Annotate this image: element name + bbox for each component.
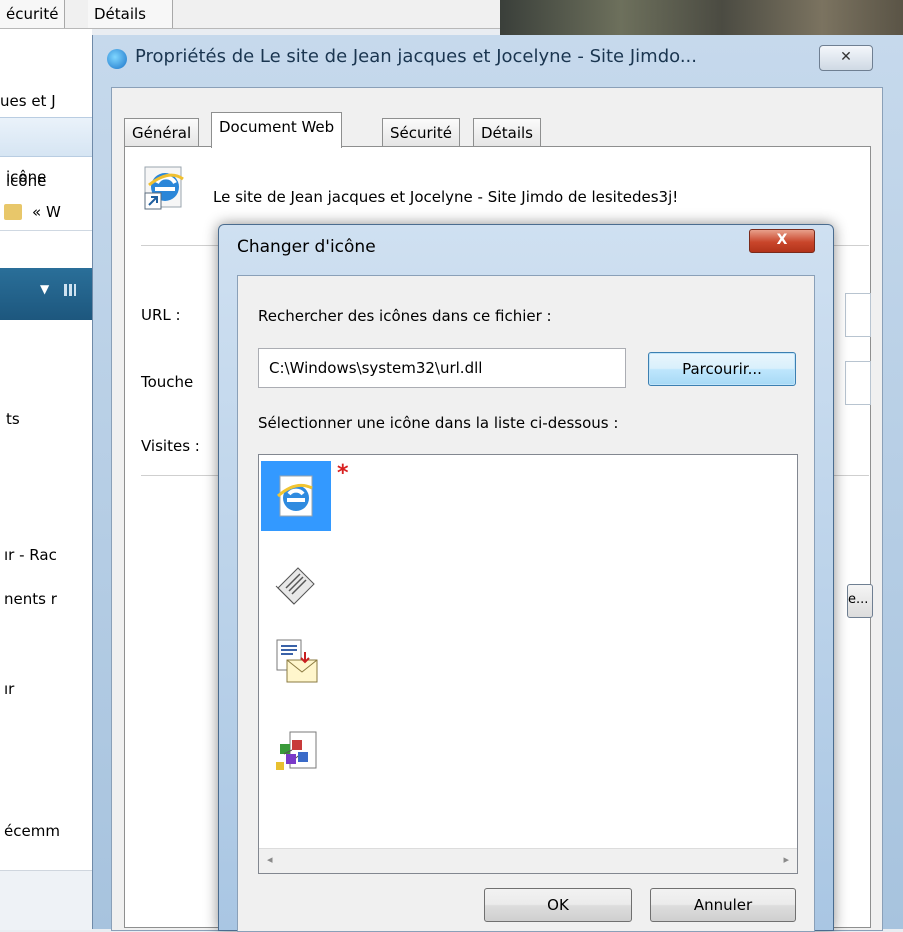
scroll-right-icon[interactable]: ▸ [783,853,789,866]
mail-document-icon [276,639,318,683]
background-tab-strip: écurité Détails [0,0,500,29]
background-text: icône [6,172,47,190]
icon-option-colored-cubes[interactable] [261,717,331,787]
hotkey-label: Touche [141,373,194,391]
site-name-text: Le site de Jean jacques et Jocelyne - Si… [213,188,679,206]
background-nav-bar[interactable]: ▼ [0,268,92,320]
background-status-area [0,870,92,930]
background-nav-item[interactable]: écemm [4,822,60,840]
tab-details[interactable]: Détails [473,118,542,147]
background-nav-item[interactable]: nents r [4,590,57,608]
ok-button[interactable]: OK [484,888,632,922]
colored-cubes-document-icon [276,731,317,770]
background-toolbar: icône [0,117,92,186]
tab-document-web[interactable]: Document Web [211,112,343,148]
tab-general[interactable]: Général [124,118,200,147]
url-label: URL : [141,306,181,324]
icon-file-path-input[interactable]: C:\Windows\system32\url.dll [258,348,626,388]
select-icon-label: Sélectionner une icône dans la liste ci-… [258,414,619,432]
internet-explorer-icon [277,475,313,517]
selected-marker-icon: * [337,461,349,486]
background-nav-item[interactable]: ır - Rac [4,546,57,564]
tab-security[interactable]: Sécurité [382,118,460,147]
scroll-left-icon[interactable]: ◂ [267,853,273,866]
icon-option-newspaper[interactable] [261,547,331,617]
background-address-bar[interactable]: « W [0,198,92,231]
change-icon-dialog-body: Rechercher des icônes dans ce fichier : … [237,275,815,932]
icon-option-mail-document[interactable] [261,627,331,697]
background-text: ues et J [0,92,56,110]
internet-explorer-shortcut-icon [144,166,184,210]
visits-label: Visites : [141,437,200,455]
hotkey-field[interactable] [845,361,871,405]
background-nav-item[interactable]: ır [4,680,14,698]
change-icon-dialog-title: Changer d'icône [237,237,376,257]
cancel-button[interactable]: Annuler [650,888,796,922]
background-tab-security[interactable]: écurité [0,0,66,28]
url-field[interactable] [845,293,871,337]
icon-option-internet-explorer[interactable] [261,461,331,531]
internet-shortcut-icon [107,49,127,69]
background-photo [500,0,903,35]
search-file-label: Rechercher des icônes dans ce fichier : [258,307,552,325]
properties-dialog-title: Propriétés de Le site de Jean jacques et… [135,46,697,67]
horizontal-scrollbar[interactable]: ◂ ▸ [259,848,797,873]
change-icon-dialog: Changer d'icône X Rechercher des icônes … [218,224,834,932]
change-icon-button[interactable]: e... [847,584,873,618]
background-breadcrumb: « W [32,203,61,221]
close-button[interactable]: X [749,229,815,253]
newspaper-icon [275,567,315,605]
close-button[interactable]: ✕ [819,45,873,71]
chevron-down-icon[interactable]: ▼ [40,282,49,296]
browse-button[interactable]: Parcourir... [648,352,796,386]
icon-list[interactable]: * ◂ ▸ [258,454,798,874]
view-grid-icon[interactable] [64,284,76,296]
folder-icon [4,204,22,220]
background-tab-details[interactable]: Détails [88,0,173,28]
background-nav-item[interactable]: ts [6,410,20,428]
